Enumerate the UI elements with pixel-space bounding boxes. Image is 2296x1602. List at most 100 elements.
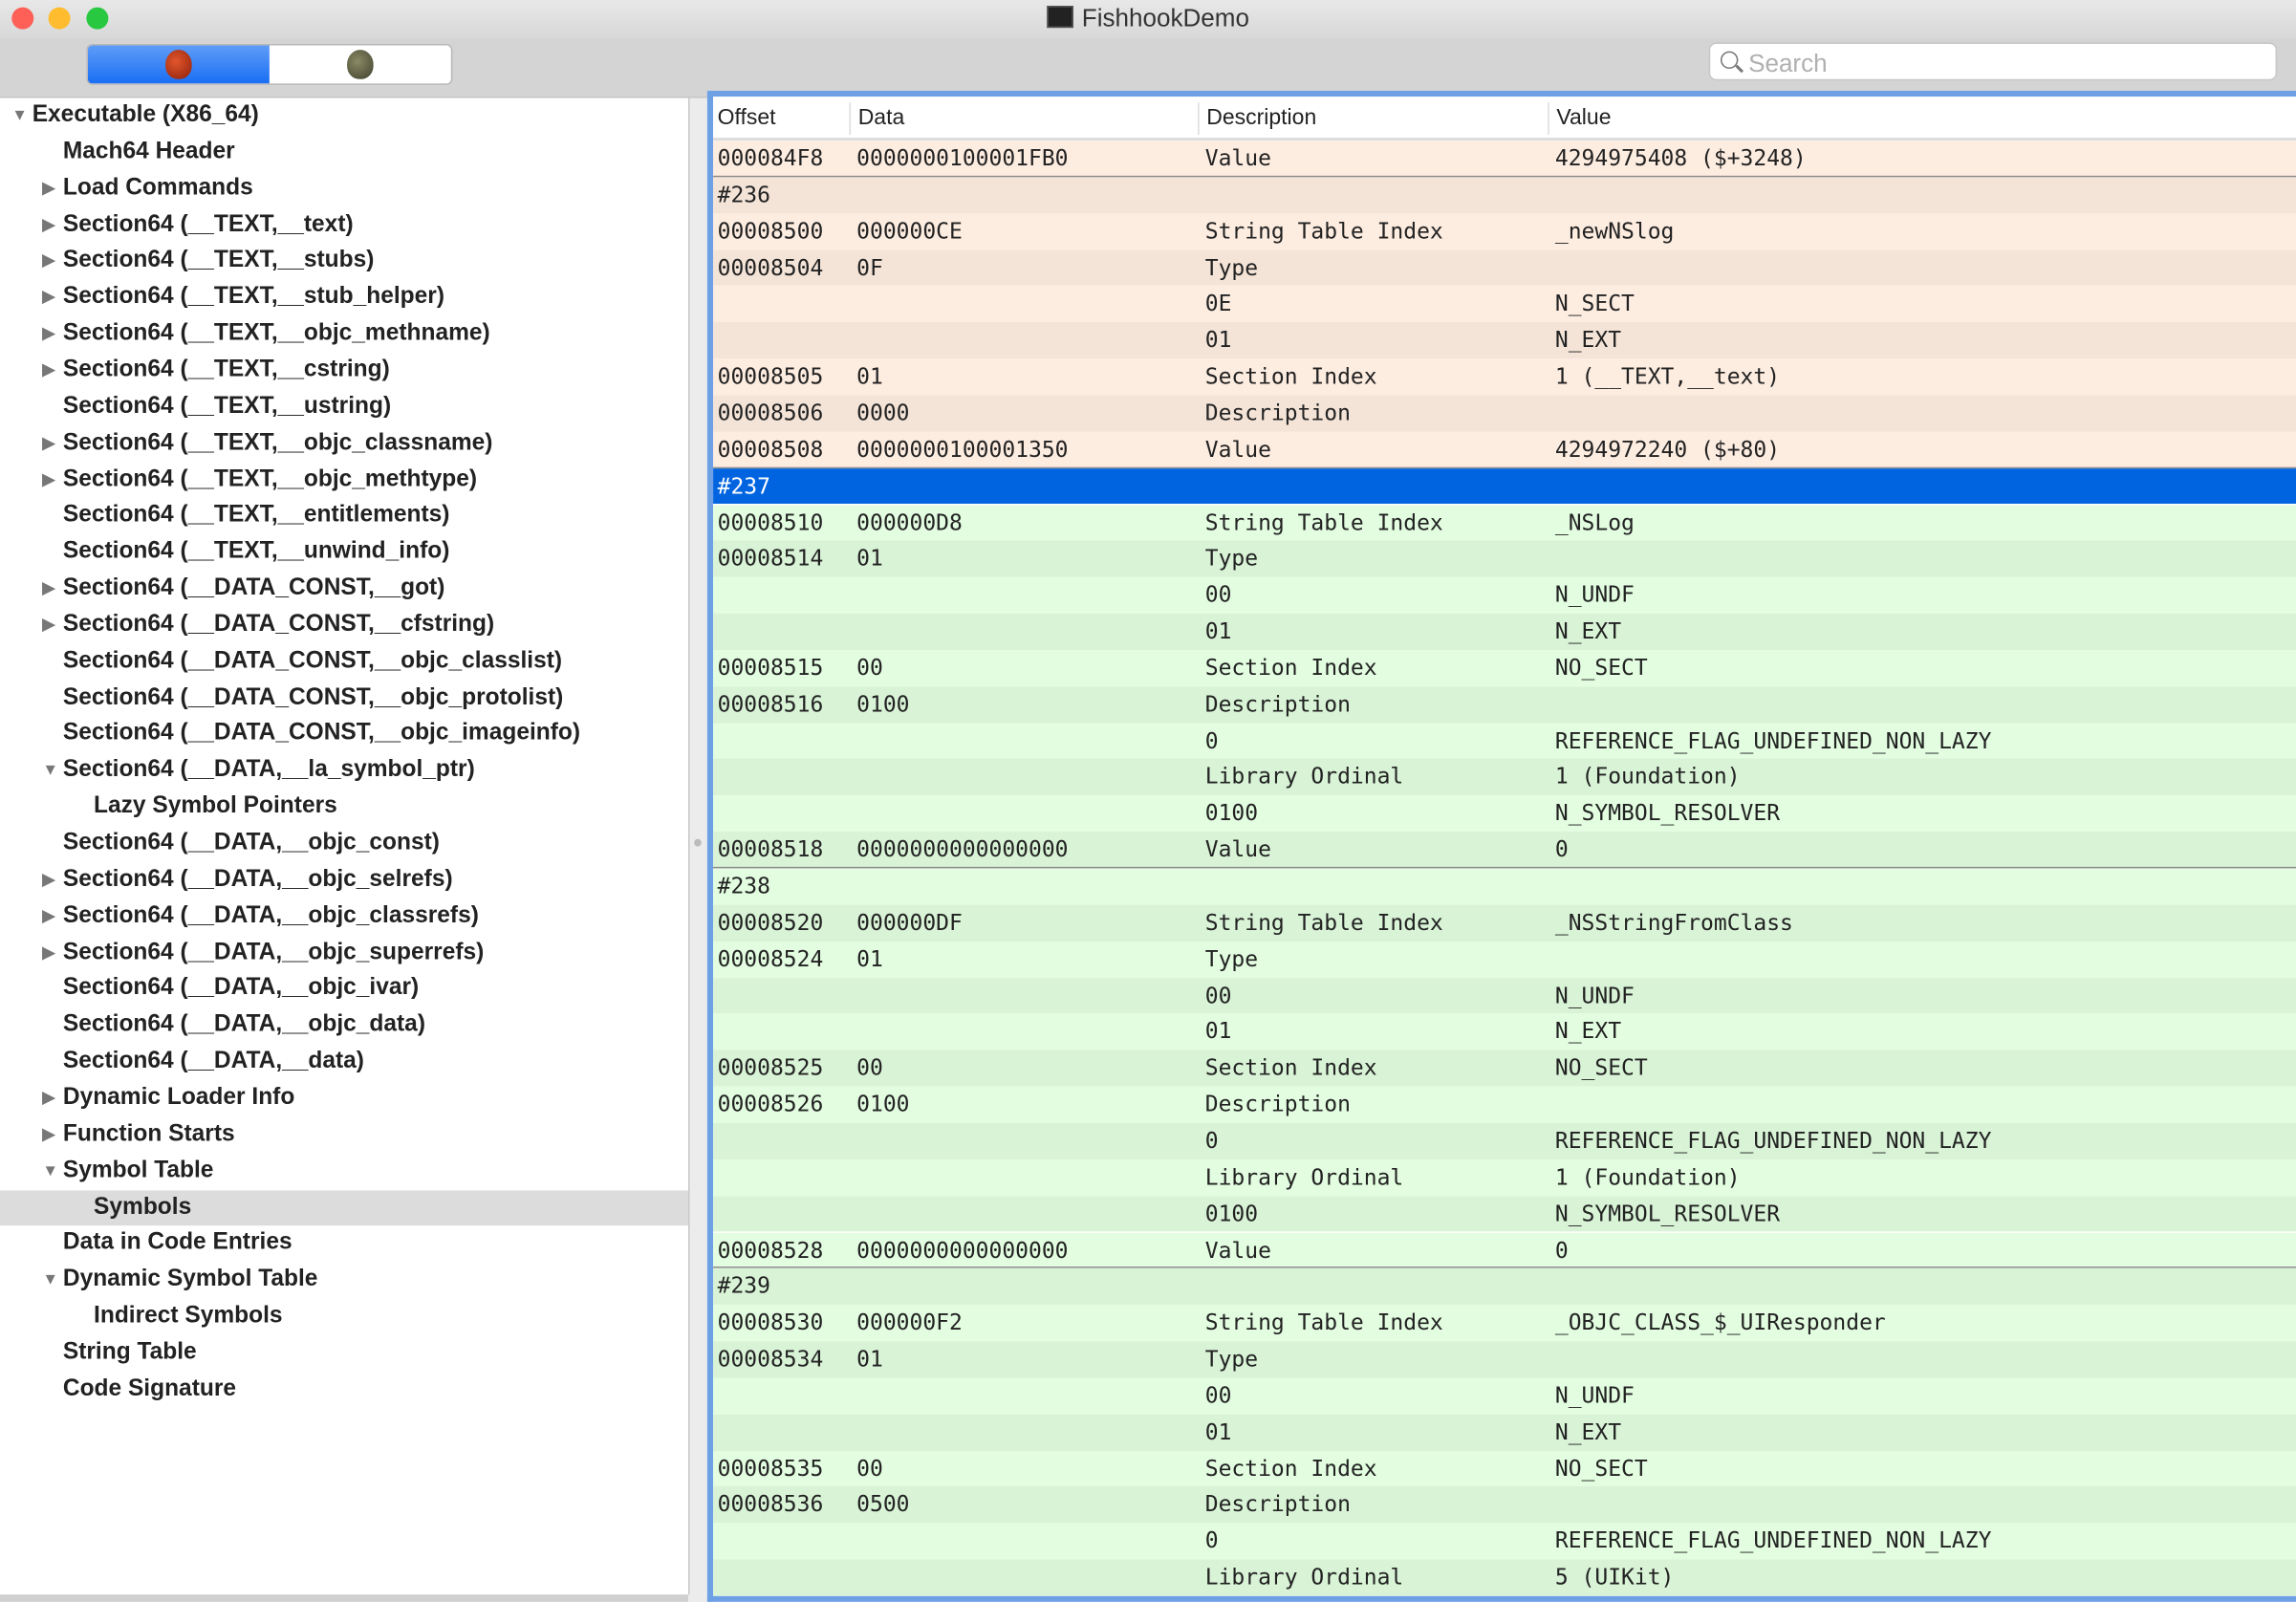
sidebar-item[interactable]: ▼ Symbol Table (0, 1154, 688, 1189)
sidebar-item[interactable]: ▶ Section64 (__DATA,__objc_superrefs) (0, 935, 688, 970)
sidebar-item[interactable]: Symbols (0, 1189, 688, 1225)
sidebar-item[interactable]: ▶ Function Starts (0, 1117, 688, 1153)
sidebar-item[interactable]: ▶ Section64 (__TEXT,__objc_classname) (0, 425, 688, 461)
table-row-selected[interactable]: #237 (713, 467, 2296, 505)
table-row[interactable]: #238 (713, 868, 2296, 905)
sidebar-item[interactable]: Section64 (__DATA_CONST,__objc_protolist… (0, 681, 688, 716)
sidebar-item[interactable]: Section64 (__TEXT,__unwind_info) (0, 534, 688, 570)
table-row[interactable]: 00008525 00 Section Index NO_SECT (713, 1050, 2296, 1087)
sidebar-item[interactable]: Section64 (__DATA_CONST,__objc_imageinfo… (0, 717, 688, 752)
sidebar-item[interactable]: Section64 (__DATA_CONST,__objc_classlist… (0, 644, 688, 680)
search-input[interactable] (1745, 48, 2264, 81)
table-row[interactable]: 0100 N_SYMBOL_RESOLVER (713, 1196, 2296, 1233)
sidebar-item[interactable]: ▶ Section64 (__DATA,__objc_selrefs) (0, 862, 688, 898)
sidebar-item[interactable]: Section64 (__DATA,__objc_const) (0, 826, 688, 861)
disclosure-collapsed-icon[interactable]: ▶ (42, 280, 54, 315)
column-header-value[interactable]: Value (1556, 105, 1611, 130)
disclosure-collapsed-icon[interactable]: ▶ (42, 171, 54, 206)
disclosure-expanded-icon[interactable]: ▼ (11, 98, 28, 134)
disclosure-collapsed-icon[interactable]: ▶ (42, 1080, 54, 1115)
table-row[interactable]: 000084F8 0000000100001FB0 Value 4294975408 … (713, 141, 2296, 178)
table-row[interactable]: 00008535 00 Section Index NO_SECT (713, 1450, 2296, 1487)
disclosure-expanded-icon[interactable]: ▼ (42, 1154, 58, 1189)
disclosure-expanded-icon[interactable]: ▼ (42, 753, 58, 789)
table-row[interactable]: #239 (713, 1268, 2296, 1306)
table-row[interactable]: 00008524 01 Type (713, 941, 2296, 978)
column-header-offset[interactable]: Offset (718, 105, 776, 130)
table-row[interactable]: 00008526 0100 Description (713, 1086, 2296, 1123)
column-header-data[interactable]: Data (858, 105, 905, 130)
disclosure-collapsed-icon[interactable]: ▶ (42, 353, 54, 388)
table-row[interactable]: 00 N_UNDF (713, 576, 2296, 614)
disclosure-collapsed-icon[interactable]: ▶ (42, 462, 54, 497)
table-row[interactable]: 01 N_EXT (713, 322, 2296, 359)
table-row[interactable]: 01 N_EXT (713, 1414, 2296, 1451)
segment-gray-apple[interactable] (270, 45, 451, 83)
table-row[interactable]: 0100 N_SYMBOL_RESOLVER (713, 795, 2296, 833)
table-row[interactable]: Library Ordinal 1 (Foundation) (713, 1158, 2296, 1197)
disclosure-collapsed-icon[interactable]: ▶ (42, 244, 54, 279)
table-row[interactable]: 00008514 01 Type (713, 540, 2296, 577)
sidebar-item[interactable]: ▶ Section64 (__TEXT,__stubs) (0, 244, 688, 279)
disclosure-collapsed-icon[interactable]: ▶ (42, 1117, 54, 1153)
table-row[interactable]: 01 N_EXT (713, 1013, 2296, 1050)
table-row[interactable]: Library Ordinal 1 (Foundation) (713, 759, 2296, 796)
sidebar-item[interactable]: ▶ Section64 (__DATA_CONST,__cfstring) (0, 608, 688, 643)
split-view-divider[interactable] (689, 97, 707, 1595)
table-row[interactable]: 00008518 0000000000000000 Value 0 (713, 832, 2296, 869)
table-row[interactable]: 00008534 01 Type (713, 1341, 2296, 1378)
sidebar-item[interactable]: ▶ Load Commands (0, 171, 688, 206)
sidebar-item[interactable]: ▼ Dynamic Symbol Table (0, 1263, 688, 1298)
segment-red-apple[interactable] (87, 45, 270, 84)
disclosure-collapsed-icon[interactable]: ▶ (42, 898, 54, 934)
sidebar-item[interactable]: Mach64 Header (0, 135, 688, 170)
sidebar-item[interactable]: ▼ Executable (X86_64) (0, 98, 688, 134)
sidebar-item[interactable]: ▼ Section64 (__DATA,__la_symbol_ptr) (0, 753, 688, 789)
table-row[interactable]: 00008508 0000000100001350 Value 4294972240 … (713, 431, 2296, 468)
table-row[interactable]: #236 (713, 177, 2296, 214)
sidebar-item[interactable]: Lazy Symbol Pointers (0, 790, 688, 825)
disclosure-collapsed-icon[interactable]: ▶ (42, 425, 54, 461)
disclosure-collapsed-icon[interactable]: ▶ (42, 935, 54, 970)
table-row[interactable]: 00008504 0F Type (713, 249, 2296, 287)
table-row[interactable]: 00008506 0000 Description (713, 395, 2296, 432)
table-row[interactable]: 0 REFERENCE_FLAG_UNDEFINED_NON_LAZY (713, 1122, 2296, 1159)
table-row[interactable]: Library Ordinal 5 (UIKit) (713, 1559, 2296, 1596)
disclosure-expanded-icon[interactable]: ▼ (42, 1263, 58, 1298)
table-row[interactable]: 0 REFERENCE_FLAG_UNDEFINED_NON_LAZY (713, 1523, 2296, 1560)
table-row[interactable]: 00 N_UNDF (713, 1377, 2296, 1415)
sidebar-item[interactable]: Indirect Symbols (0, 1299, 688, 1334)
sidebar-item[interactable]: Section64 (__TEXT,__entitlements) (0, 498, 688, 533)
table-row[interactable]: 00008520 000000DF String Table Index _NSStr… (713, 904, 2296, 942)
table-row[interactable]: 00008528 0000000000000000 Value 0 (713, 1232, 2296, 1269)
table-row[interactable]: 00008536 0500 Description (713, 1486, 2296, 1524)
sidebar-item[interactable]: String Table (0, 1335, 688, 1371)
sidebar-item[interactable]: Data in Code Entries (0, 1226, 688, 1262)
table-row[interactable]: 00008530 000000F2 String Table Index _OBJC_… (713, 1305, 2296, 1342)
divider-handle[interactable] (694, 838, 702, 847)
sidebar-item[interactable]: ▶ Section64 (__TEXT,__stub_helper) (0, 280, 688, 315)
disclosure-collapsed-icon[interactable]: ▶ (42, 316, 54, 352)
disclosure-collapsed-icon[interactable]: ▶ (42, 207, 54, 243)
sidebar-item[interactable]: ▶ Dynamic Loader Info (0, 1080, 688, 1115)
sidebar-item[interactable]: Section64 (__DATA,__objc_ivar) (0, 971, 688, 1007)
sidebar-item[interactable]: ▶ Section64 (__TEXT,__objc_methtype) (0, 462, 688, 497)
search-field[interactable] (1708, 42, 2278, 81)
sidebar-item[interactable]: Section64 (__DATA,__data) (0, 1044, 688, 1079)
table-row[interactable]: 00008516 0100 Description (713, 686, 2296, 724)
table-row[interactable]: 00008505 01 Section Index 1 (__TEXT,__text) (713, 358, 2296, 396)
table-row[interactable]: 00008510 000000D8 String Table Index _NSLog (713, 504, 2296, 541)
disclosure-collapsed-icon[interactable]: ▶ (42, 572, 54, 607)
disclosure-collapsed-icon[interactable]: ▶ (42, 862, 54, 898)
sidebar-item[interactable]: ▶ Section64 (__DATA_CONST,__got) (0, 572, 688, 607)
column-header-description[interactable]: Description (1206, 105, 1316, 130)
table-row[interactable]: 00008500 000000CE String Table Index _newNS… (713, 213, 2296, 250)
sidebar-item[interactable]: Section64 (__TEXT,__ustring) (0, 389, 688, 424)
table-row[interactable]: 01 N_EXT (713, 613, 2296, 650)
sidebar-item[interactable]: ▶ Section64 (__TEXT,__text) (0, 207, 688, 243)
table-row[interactable]: 0 REFERENCE_FLAG_UNDEFINED_NON_LAZY (713, 723, 2296, 760)
disclosure-collapsed-icon[interactable]: ▶ (42, 608, 54, 643)
table-row[interactable]: 00 N_UNDF (713, 977, 2296, 1014)
sidebar-item[interactable]: ▶ Section64 (__TEXT,__cstring) (0, 353, 688, 388)
sidebar-item[interactable]: ▶ Section64 (__TEXT,__objc_methname) (0, 316, 688, 352)
